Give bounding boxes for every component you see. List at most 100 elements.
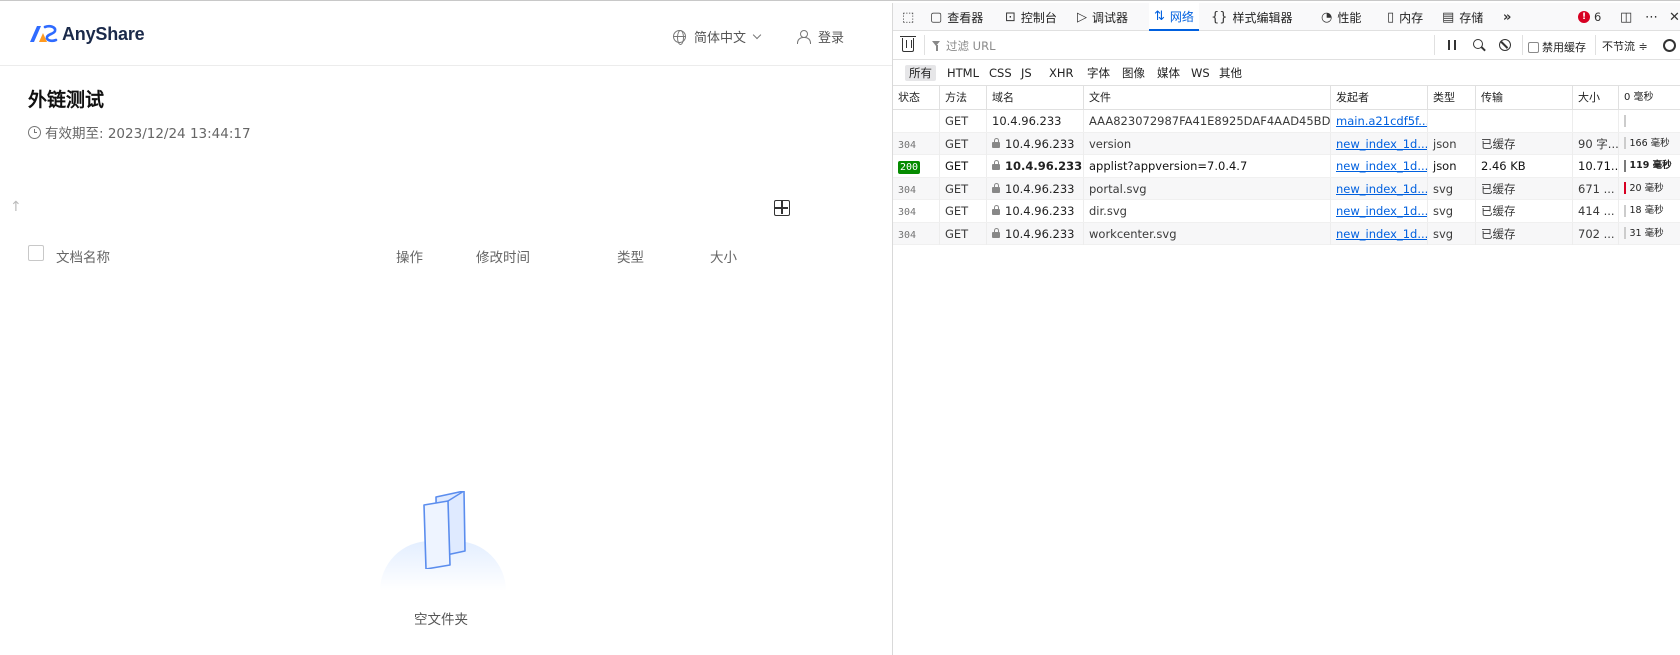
network-request-row[interactable]: 304 GET 10.4.96.233 portal.svg new_index_1d.…: [893, 177, 1680, 200]
dock-toggle-button[interactable]: ◫: [1620, 3, 1637, 31]
tab-debugger[interactable]: ▷ 调试器: [1077, 3, 1128, 31]
transferred-text: 已缓存: [1481, 136, 1516, 151]
tab-storage[interactable]: ▤ 存储: [1442, 3, 1483, 31]
initiator-link[interactable]: new_index_1d...: [1336, 204, 1427, 218]
dock-icon: ◫: [1620, 9, 1633, 25]
initiator-link[interactable]: new_index_1d...: [1336, 159, 1427, 173]
cell-type: [1428, 110, 1476, 132]
col-file[interactable]: 文件: [1084, 86, 1331, 110]
cell-file: dir.svg: [1084, 200, 1331, 222]
column-type[interactable]: 类型: [617, 246, 644, 266]
cell-transferred: 已缓存: [1476, 177, 1573, 200]
filter-js[interactable]: JS: [1017, 65, 1036, 81]
col-status[interactable]: 状态: [893, 86, 940, 110]
error-count-badge[interactable]: ! 6: [1578, 10, 1601, 24]
col-transferred[interactable]: 传输: [1476, 86, 1573, 110]
login-button[interactable]: 登录: [797, 27, 844, 46]
pause-icon[interactable]: [1448, 40, 1456, 50]
grid-view-icon[interactable]: [774, 200, 790, 216]
size-text: 414 ...: [1578, 204, 1615, 218]
col-domain[interactable]: 域名: [987, 86, 1084, 110]
initiator-link[interactable]: new_index_1d...: [1336, 227, 1427, 241]
lock-icon: [992, 205, 1000, 215]
tab-style-editor[interactable]: {} 样式编辑器: [1211, 3, 1293, 31]
anyshare-app: AnyShare 简体中文 登录 外链测试 有效期至: 2023/12/24 1…: [0, 3, 893, 655]
column-name[interactable]: 文档名称: [56, 246, 110, 266]
tab-performance[interactable]: ◔ 性能: [1321, 3, 1361, 31]
initiator-link[interactable]: new_index_1d...: [1336, 137, 1427, 151]
filter-css[interactable]: CSS: [985, 65, 1016, 81]
error-count: 6: [1594, 10, 1602, 24]
initiator-link[interactable]: main.a21cdf5f...: [1336, 114, 1427, 128]
debugger-icon: ▷: [1077, 9, 1087, 25]
anyshare-logo-icon: [30, 24, 58, 43]
filter-ws[interactable]: WS: [1187, 65, 1214, 81]
filter-images[interactable]: 图像: [1118, 65, 1149, 81]
timing-text: 119 毫秒: [1629, 160, 1672, 171]
column-modified[interactable]: 修改时间: [476, 246, 530, 266]
filter-xhr[interactable]: XHR: [1045, 65, 1078, 81]
options-menu-button[interactable]: ⋯: [1645, 3, 1663, 31]
method-text: GET: [945, 226, 969, 241]
file-text: dir.svg: [1089, 204, 1127, 218]
cell-domain: 10.4.96.233: [987, 132, 1084, 155]
search-icon[interactable]: [1473, 39, 1483, 49]
col-size[interactable]: 大小: [1573, 86, 1619, 110]
globe-icon: [673, 30, 686, 45]
checkbox-box[interactable]: [1528, 41, 1539, 53]
select-all-checkbox[interactable]: [28, 245, 44, 261]
tab-network[interactable]: ⇅ 网络: [1149, 3, 1199, 31]
cell-initiator: main.a21cdf5f...: [1331, 110, 1428, 132]
request-type-filters: 所有 HTML CSS JS XHR 字体 图像 媒体 WS 其他: [893, 60, 1680, 86]
filter-all[interactable]: 所有: [905, 65, 936, 81]
user-icon: [797, 30, 811, 44]
more-tabs-button[interactable]: »: [1503, 3, 1516, 31]
arrow-up-icon[interactable]: ↑: [10, 200, 22, 214]
status-badge: 200: [898, 161, 921, 174]
network-request-row[interactable]: 304 GET 10.4.96.233 version new_index_1d... j…: [893, 132, 1680, 155]
tab-inspector[interactable]: ▢ 查看器: [930, 3, 983, 31]
transferred-text: 2.46 KB: [1481, 159, 1526, 173]
cell-type: svg: [1428, 200, 1476, 222]
waterfall-bar: [1624, 227, 1626, 239]
waterfall-bar: [1624, 204, 1626, 217]
network-request-row[interactable]: 200 GET 10.4.96.233 applist?appversion=7.0.…: [893, 155, 1680, 178]
cell-status: 304: [893, 222, 940, 245]
column-size[interactable]: 大小: [710, 246, 737, 266]
throttle-select[interactable]: 不节流 ≑: [1602, 38, 1648, 54]
col-type[interactable]: 类型: [1428, 86, 1476, 110]
transferred-text: 已缓存: [1481, 181, 1516, 196]
gear-icon[interactable]: [1663, 39, 1676, 52]
disable-cache-checkbox[interactable]: 禁用缓存: [1528, 39, 1586, 55]
inspector-icon: ▢: [930, 9, 943, 25]
network-request-row[interactable]: 304 GET 10.4.96.233 workcenter.svg new_index…: [893, 222, 1680, 245]
filter-fonts[interactable]: 字体: [1083, 65, 1114, 81]
block-icon[interactable]: [1499, 39, 1511, 51]
devtools-tabbar: ⬚ ▢ 查看器 ⊡ 控制台 ▷ 调试器 ⇅ 网络 {} 样式编辑器 ◔ 性能 ▯ 内存 ▤ 存储…: [893, 3, 1680, 31]
element-picker-button[interactable]: ⬚: [902, 3, 919, 31]
url-filter-input[interactable]: 过滤 URL: [932, 37, 1432, 55]
cell-size: 10.71...: [1573, 155, 1619, 177]
tab-console[interactable]: ⊡ 控制台: [1005, 3, 1057, 31]
language-selector[interactable]: 简体中文: [673, 27, 762, 46]
filter-html[interactable]: HTML: [943, 65, 983, 81]
col-initiator[interactable]: 发起者: [1331, 86, 1428, 110]
filter-media[interactable]: 媒体: [1153, 65, 1184, 81]
network-request-row[interactable]: 304 GET 10.4.96.233 dir.svg new_index_1d... s…: [893, 200, 1680, 223]
cell-initiator: new_index_1d...: [1331, 200, 1428, 222]
filter-other[interactable]: 其他: [1215, 65, 1246, 81]
method-text: GET: [945, 114, 969, 128]
cell-timing: 31 毫秒: [1619, 223, 1680, 245]
close-icon: ✕: [1669, 9, 1680, 25]
cell-initiator: new_index_1d...: [1331, 132, 1428, 155]
trash-icon[interactable]: [900, 36, 916, 52]
close-devtools-button[interactable]: ✕: [1669, 3, 1680, 31]
col-waterfall[interactable]: 0 毫秒: [1619, 86, 1680, 110]
anyshare-logo[interactable]: AnyShare: [28, 23, 145, 45]
tab-memory[interactable]: ▯ 内存: [1387, 3, 1423, 31]
cell-initiator: new_index_1d...: [1331, 222, 1428, 245]
initiator-link[interactable]: new_index_1d...: [1336, 182, 1427, 196]
error-icon: !: [1578, 11, 1590, 23]
col-method[interactable]: 方法: [940, 86, 987, 110]
network-request-row[interactable]: GET 10.4.96.233 AAA823072987FA41E8925DAF4A…: [893, 110, 1680, 133]
